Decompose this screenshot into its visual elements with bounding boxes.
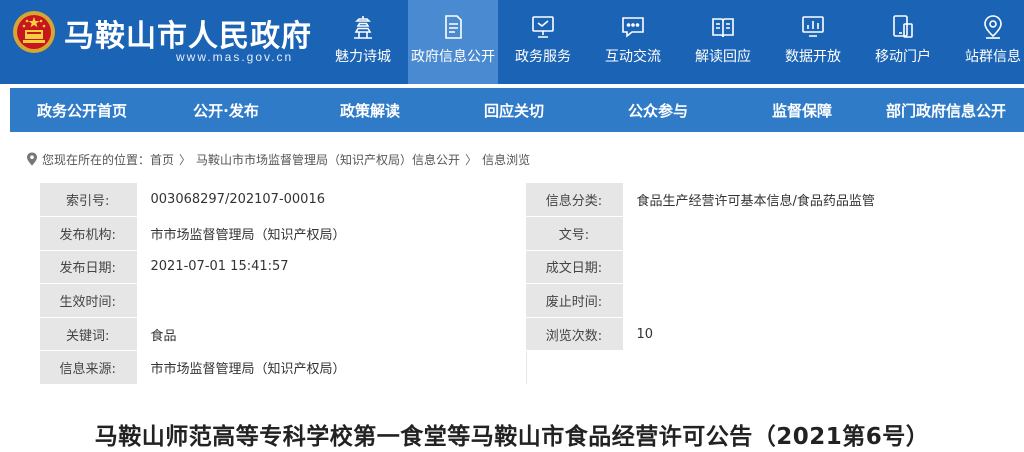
breadcrumb-separator: 〉 [179, 152, 192, 167]
publisher-value: 市市场监督管理局（知识产权局） [135, 216, 526, 251]
location-pin-icon [984, 15, 1002, 39]
index-label: 索引号: [40, 183, 136, 218]
nav-interaction[interactable]: 互动交流 [588, 0, 678, 84]
document-list-icon [445, 15, 462, 39]
effective-time-label: 生效时间: [40, 283, 136, 318]
view-count-label: 浏览次数: [525, 317, 622, 352]
written-date-label: 成文日期: [525, 250, 622, 285]
table-row: 发布机构: 市市场监督管理局（知识产权局） 文号: [40, 216, 1024, 251]
source-value: 市市场监督管理局（知识产权局） [135, 350, 526, 386]
subnav-public-participation[interactable]: 公众参与 [586, 100, 730, 121]
nav-label: 解读回应 [695, 49, 751, 65]
nav-label: 政府信息公开 [411, 49, 495, 65]
national-emblem-icon [13, 11, 55, 53]
index-value: 003068297/202107-00016 [135, 183, 526, 218]
table-row: 生效时间: 废止时间: [40, 283, 1024, 318]
table-row: 发布日期: 2021-07-01 15:41:57 成文日期: [40, 250, 1024, 285]
doc-number-value [621, 216, 1024, 251]
nav-label: 数据开放 [785, 49, 841, 65]
article-title: 马鞍山师范高等专科学校第一食堂等马鞍山市食品经营许可公告（2021第6号） [94, 424, 930, 450]
site-title[interactable]: 马鞍山市人民政府 [64, 11, 312, 55]
info-table: 索引号: 003068297/202107-00016 信息分类: 食品生产经营… [40, 183, 1024, 386]
nav-gov-info-public[interactable]: 政府信息公开 [408, 0, 498, 84]
pagoda-icon [354, 16, 372, 39]
breadcrumb-home[interactable]: 首页 [150, 151, 174, 168]
subnav-supervision[interactable]: 监督保障 [730, 100, 874, 121]
nav-label: 政务服务 [515, 49, 571, 65]
nav-interpretation[interactable]: 解读回应 [678, 0, 768, 84]
location-pin-icon [27, 152, 37, 166]
subnav-policy-interpretation[interactable]: 政策解读 [298, 100, 442, 121]
table-row: 信息来源: 市市场监督管理局（知识产权局） [40, 350, 1024, 386]
publish-date-label: 发布日期: [40, 250, 136, 285]
nav-label: 站群信息 [965, 49, 1021, 65]
nav-open-data[interactable]: 数据开放 [768, 0, 858, 84]
keywords-value: 食品 [135, 317, 526, 352]
sub-nav: 政务公开首页 公开·发布 政策解读 回应关切 公众参与 监督保障 部门政府信息公… [10, 88, 1024, 132]
subnav-public-home[interactable]: 政务公开首页 [10, 100, 154, 121]
table-row: 关键词: 食品 浏览次数: 10 [40, 317, 1024, 352]
breadcrumb-prefix: 您现在所在的位置： [42, 152, 151, 167]
nav-label: 移动门户 [875, 49, 931, 65]
publish-date-value: 2021-07-01 15:41:57 [135, 250, 526, 285]
subnav-publish[interactable]: 公开·发布 [154, 100, 298, 121]
publisher-label: 发布机构: [40, 216, 136, 251]
doc-number-label: 文号: [525, 216, 622, 251]
bar-chart-screen-icon [802, 16, 824, 37]
nav-site-group[interactable]: 站群信息 [948, 0, 1024, 84]
nav-charm-city[interactable]: 魅力诗城 [318, 0, 408, 84]
top-nav: 魅力诗城 政府信息公开 政务服务 互动交流 解读回应 数据开放 移动门户 站群信… [318, 0, 1024, 84]
source-label: 信息来源: [40, 350, 136, 386]
breadcrumb-current[interactable]: 信息浏览 [482, 151, 530, 168]
effective-time-value [135, 283, 526, 318]
open-book-icon [712, 18, 734, 38]
written-date-value [621, 250, 1024, 285]
breadcrumb-separator: 〉 [465, 152, 478, 167]
category-value: 食品生产经营许可基本信息/食品药品监管 [621, 183, 1024, 218]
subnav-response[interactable]: 回应关切 [442, 100, 586, 121]
monitor-icon [532, 16, 554, 38]
mobile-tablet-icon [893, 15, 913, 38]
nav-label: 魅力诗城 [335, 49, 391, 65]
site-header: 马鞍山市人民政府 www.mas.gov.cn 魅力诗城 政府信息公开 政务服务… [0, 0, 1024, 84]
breadcrumb: 您现在所在的位置： 首页 〉 马鞍山市市场监督管理局（知识产权局）信息公开 〉 … [26, 150, 530, 168]
repeal-time-label: 废止时间: [525, 283, 622, 318]
subnav-department-info[interactable]: 部门政府信息公开 [874, 100, 1018, 121]
empty-cell [525, 350, 1024, 386]
keywords-label: 关键词: [40, 317, 136, 352]
view-count-value: 10 [621, 317, 1024, 352]
breadcrumb-dept[interactable]: 马鞍山市市场监督管理局（知识产权局）信息公开 [196, 151, 460, 168]
chat-bubble-icon [622, 17, 644, 38]
category-label: 信息分类: [525, 183, 622, 218]
nav-mobile-portal[interactable]: 移动门户 [858, 0, 948, 84]
site-url: www.mas.gov.cn [176, 50, 294, 64]
table-row: 索引号: 003068297/202107-00016 信息分类: 食品生产经营… [40, 183, 1024, 218]
repeal-time-value [621, 283, 1024, 318]
nav-label: 互动交流 [605, 49, 661, 65]
nav-gov-service[interactable]: 政务服务 [498, 0, 588, 84]
